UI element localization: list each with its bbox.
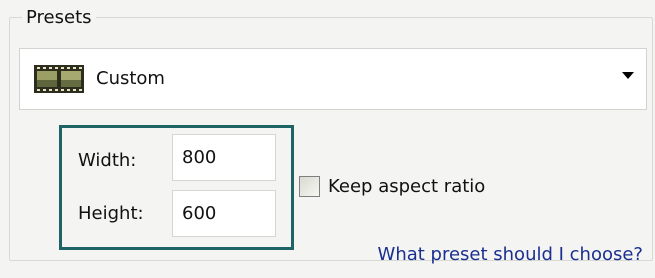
film-strip-icon (34, 65, 84, 93)
height-label: Height: (78, 203, 144, 224)
chevron-down-icon[interactable] (622, 72, 634, 79)
preset-selected-label: Custom (96, 68, 165, 89)
width-label: Width: (78, 150, 137, 171)
preset-help-link[interactable]: What preset should I choose? (378, 244, 643, 266)
preset-dropdown[interactable]: Custom (19, 48, 647, 110)
keep-aspect-checkbox[interactable] (299, 176, 320, 197)
keep-aspect-label[interactable]: Keep aspect ratio (328, 176, 485, 198)
presets-title: Presets (22, 7, 96, 29)
height-input[interactable] (172, 190, 276, 237)
width-input[interactable] (172, 134, 276, 181)
